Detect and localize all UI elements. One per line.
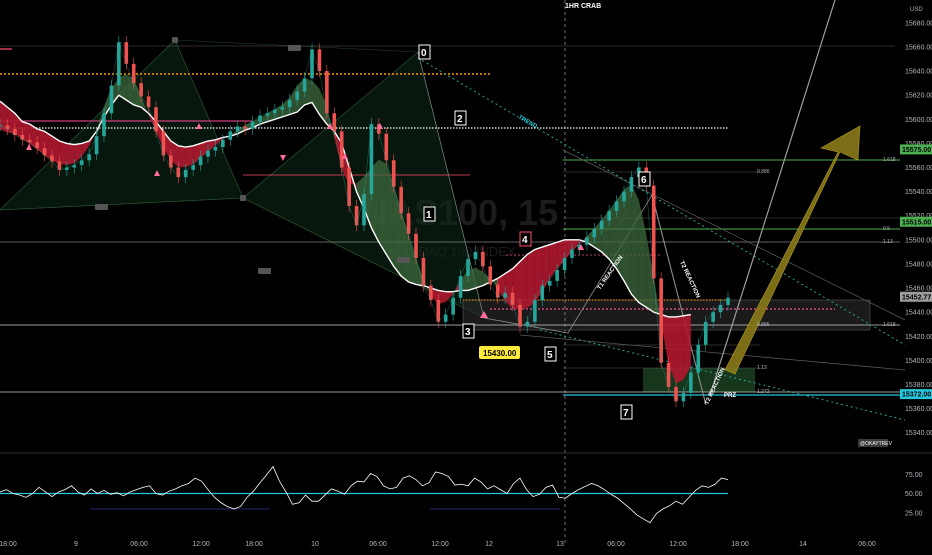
wave-label-5: 5: [544, 346, 557, 362]
price-tick-label: 15360.00: [905, 406, 932, 413]
fib-label: 0.886: [757, 322, 770, 328]
ma-ribbon-segment: [59, 140, 67, 165]
price-tick-label: 15680.00: [905, 20, 932, 27]
wave-label-3: 3: [462, 323, 475, 339]
fib-label: 1.272: [757, 389, 770, 395]
rsi-tick-label: 75.00: [905, 472, 923, 479]
handle-marker: [172, 37, 178, 43]
time-tick-label: 06:00: [369, 541, 387, 548]
time-tick-label: 06:00: [130, 541, 148, 548]
price-tick-label: 15420.00: [905, 334, 932, 341]
fib-label: 0.886: [757, 169, 770, 175]
price-badge-label: 15515.00: [902, 219, 931, 226]
time-tick-label: 06:00: [858, 541, 876, 548]
time-tick-label: 10: [311, 541, 319, 548]
price-tick-label: 15500.00: [905, 237, 932, 244]
wave-label-7: 7: [620, 404, 633, 420]
svg-text:@OKAYTREV: @OKAYTREV: [860, 441, 893, 447]
ma-ribbon-segment: [378, 159, 387, 255]
price-tick-label: 15640.00: [905, 69, 932, 76]
price-tick-label: 15380.00: [905, 382, 932, 389]
time-tick-label: 12:00: [192, 541, 210, 548]
handle-marker: [397, 257, 410, 263]
rsi-tick-label: 50.00: [905, 491, 923, 498]
price-tick-label: 15460.00: [905, 286, 932, 293]
price-tick-label: 15340.00: [905, 430, 932, 437]
fib-label: 1.13: [883, 239, 893, 245]
time-tick-label: 06:00: [607, 541, 625, 548]
ma-ribbon-segment: [185, 145, 194, 168]
svg-text:7: 7: [623, 408, 629, 419]
ma-ribbon-segment: [527, 249, 535, 308]
prz-label: PRZ: [724, 393, 736, 399]
time-tick-label: 12:00: [669, 541, 687, 548]
fib-label: 1.13: [757, 365, 767, 371]
time-tick-label: 18:00: [0, 541, 17, 548]
svg-text:1: 1: [426, 210, 432, 221]
time-tick-label: 14: [799, 541, 807, 548]
price-tick-label: 15480.00: [905, 261, 932, 268]
fib-label: 1.618: [883, 157, 896, 163]
time-tick-label: 9: [74, 541, 78, 548]
svg-text:5: 5: [547, 350, 553, 361]
ma-ribbon-segment: [631, 184, 639, 303]
handle-marker: [258, 268, 271, 274]
svg-text:2: 2: [457, 114, 463, 125]
price-badge-label: 15452.77: [902, 294, 931, 301]
ma-ribbon-segment: [676, 315, 684, 384]
chart-title: 1HR CRAB: [565, 3, 601, 10]
time-tick-label: 12: [485, 541, 493, 548]
ma-ribbon-segment: [520, 254, 528, 310]
chart-svg: NAS100, 15 NASDAQ 100 INDEX: [0, 0, 932, 550]
svg-text:6: 6: [641, 175, 647, 186]
price-badge-label: 15372.00: [902, 392, 931, 399]
svg-text:3: 3: [465, 327, 471, 338]
currency-label: USD: [910, 7, 923, 13]
price-tick-label: 15440.00: [905, 310, 932, 317]
price-tick-label: 15560.00: [905, 165, 932, 172]
handle-marker: [95, 204, 108, 210]
ma-ribbon-segment: [178, 145, 186, 168]
chart-root: NAS100, 15 NASDAQ 100 INDEX: [0, 0, 932, 550]
time-tick-label: 18:00: [245, 541, 263, 548]
svg-text:0: 0: [421, 48, 427, 59]
fib-label: 1.618: [883, 322, 896, 328]
wave-label-2: 2: [454, 110, 467, 126]
handle-marker: [288, 45, 301, 51]
svg-text:15430.00: 15430.00: [483, 349, 517, 358]
time-tick-label: 18:00: [731, 541, 749, 548]
time-axis: 18:00 9 06:00 12:00 18:00 10 06:00 12:00 12 13 06:…: [0, 541, 876, 548]
wave-label-4: 4: [519, 231, 532, 247]
wave-label-1: 1: [423, 206, 436, 222]
price-tick-label: 15620.00: [905, 93, 932, 100]
entry-price-label: 15430.00: [479, 346, 520, 359]
price-tick-label: 15540.00: [905, 189, 932, 196]
time-tick-label: 12:00: [431, 541, 449, 548]
handle-marker: [240, 195, 246, 201]
ma-ribbon-segment: [66, 143, 75, 165]
price-tick-label: 15660.00: [905, 44, 932, 51]
fib-label: 0.5: [883, 226, 890, 232]
svg-text:4: 4: [522, 235, 528, 246]
author-badge: @OKAYTREV: [858, 439, 893, 447]
price-tick-label: 15400.00: [905, 358, 932, 365]
wave-label-0: 0: [418, 44, 431, 60]
time-tick-label: 13: [556, 541, 564, 548]
price-tick-label: 15600.00: [905, 117, 932, 124]
wave-label-6: 6: [638, 171, 651, 187]
price-badge-label: 15575.00: [902, 147, 931, 154]
rsi-tick-label: 25.00: [905, 510, 923, 517]
